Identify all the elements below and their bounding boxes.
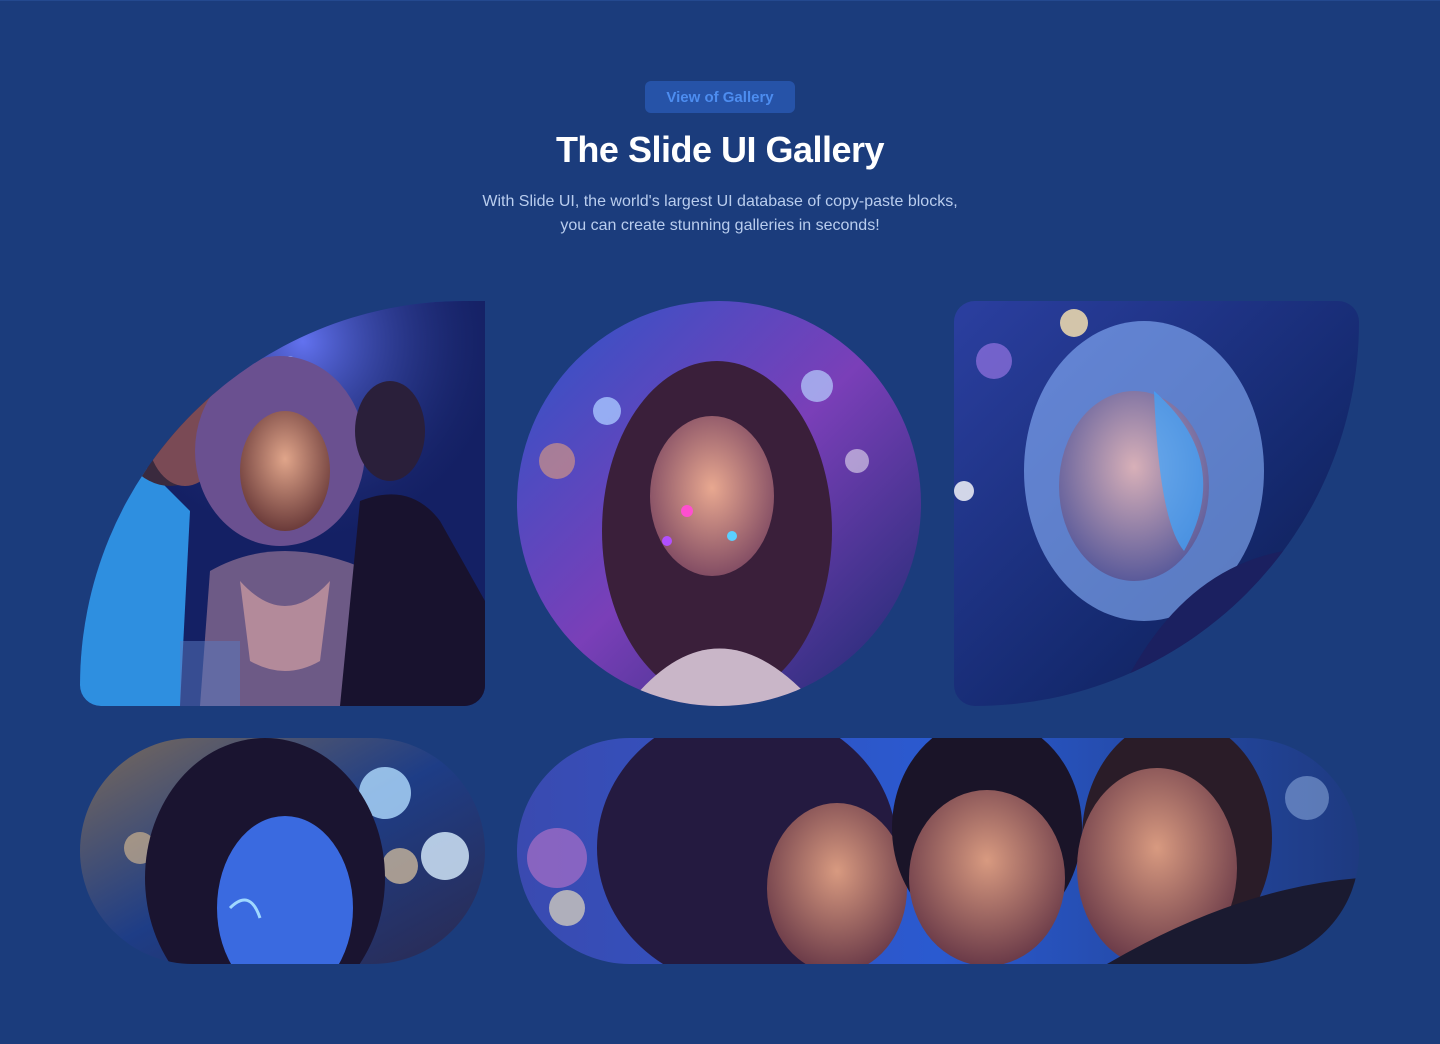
gallery-image-4-photo [80, 738, 485, 964]
gallery-image-3[interactable] [954, 301, 1359, 706]
gallery-section: View of Gallery The Slide UI Gallery Wit… [0, 0, 1440, 1044]
gallery-image-2[interactable] [517, 301, 921, 706]
gallery-image-3-photo [954, 301, 1359, 706]
gallery-image-5[interactable] [517, 738, 1359, 964]
gallery-image-5-photo [517, 738, 1359, 964]
subtitle-line-1: With Slide UI, the world's largest UI da… [482, 193, 958, 210]
gallery-image-1[interactable] [80, 301, 485, 706]
gallery-image-2-photo [517, 301, 921, 706]
gallery-image-1-photo [80, 301, 485, 706]
view-gallery-badge[interactable]: View of Gallery [645, 81, 795, 113]
subtitle-line-2: you can create stunning galleries in sec… [560, 217, 880, 234]
gallery-image-4[interactable] [80, 738, 485, 964]
page-subtitle: With Slide UI, the world's largest UI da… [420, 190, 1020, 238]
page-title: The Slide UI Gallery [555, 129, 885, 170]
